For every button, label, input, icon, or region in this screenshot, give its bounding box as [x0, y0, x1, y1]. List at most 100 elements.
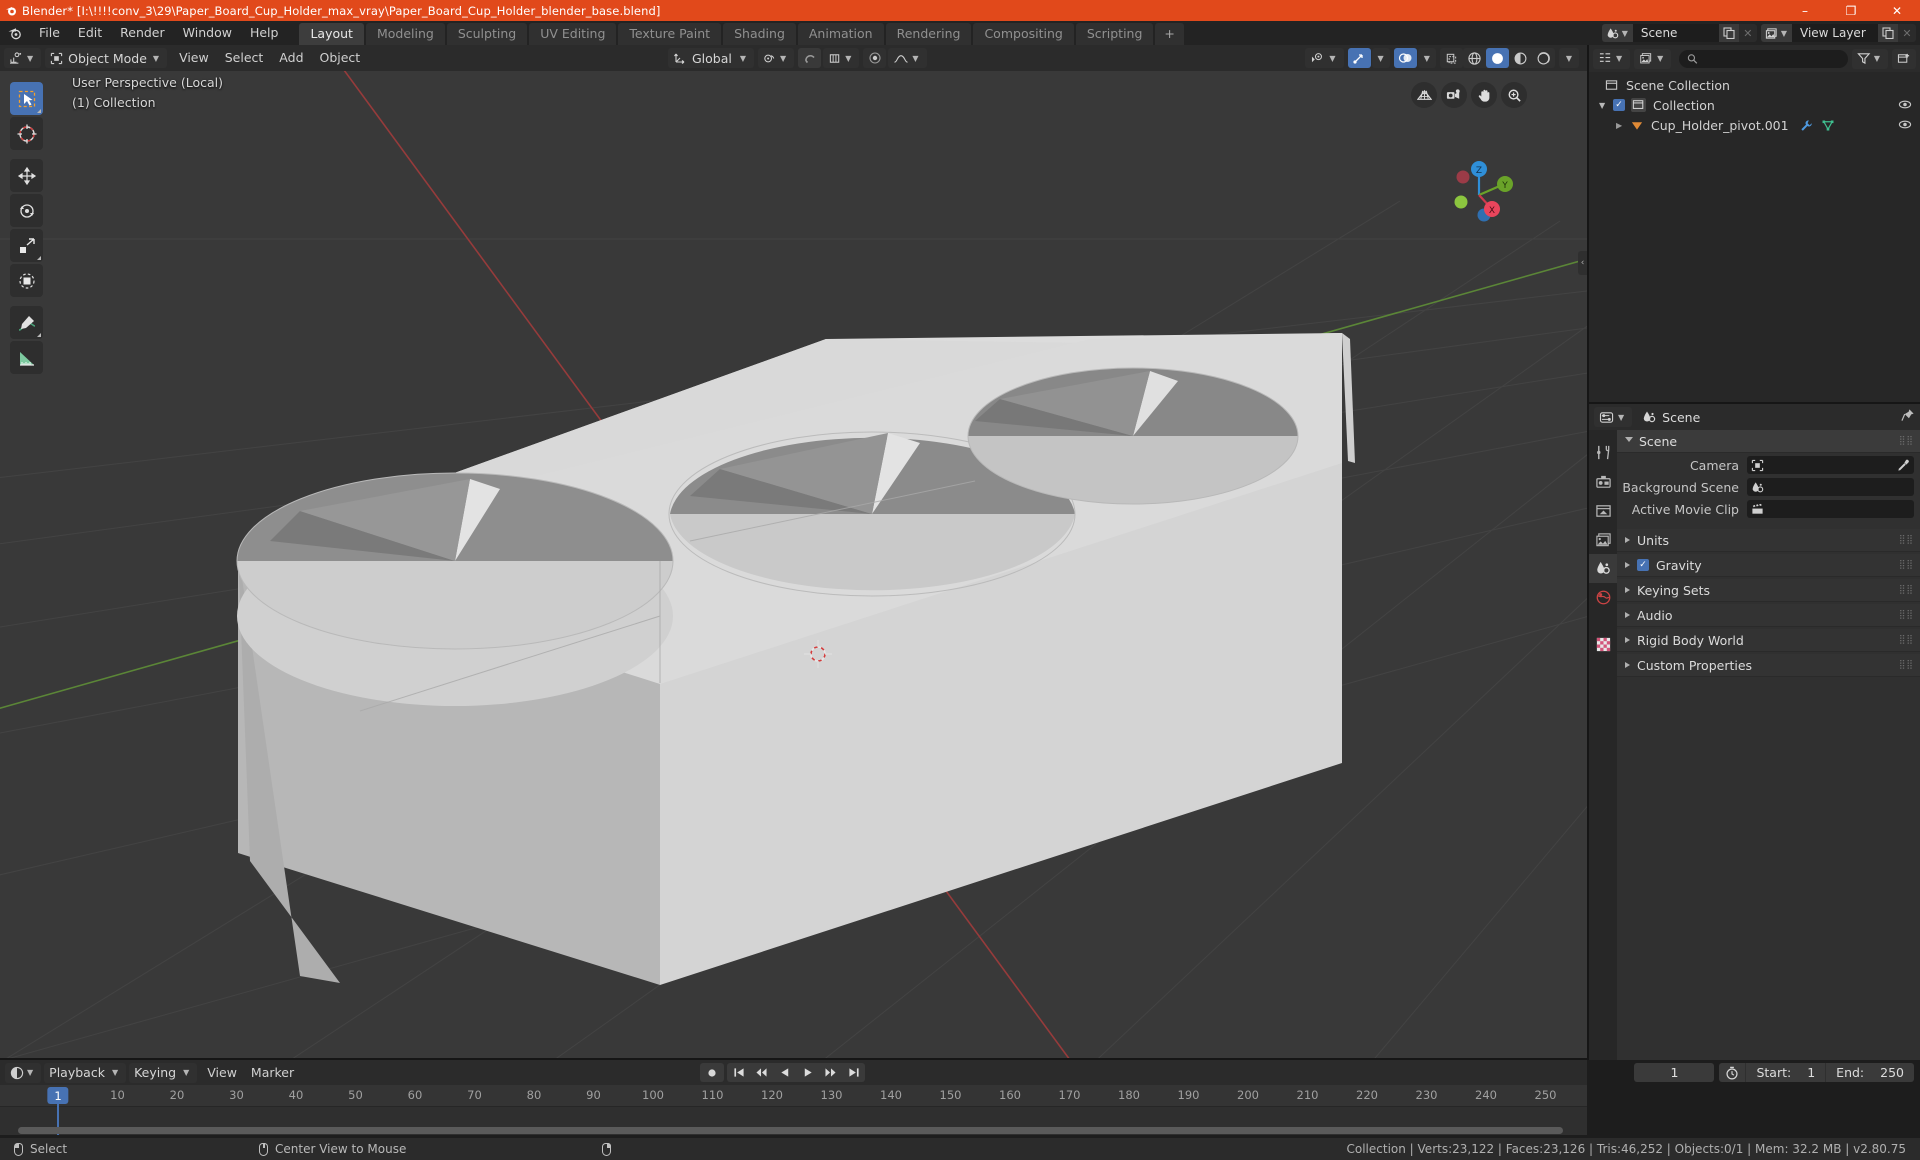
- window-minimize-button[interactable]: –: [1782, 0, 1828, 21]
- snap-magnet-toggle[interactable]: [798, 48, 822, 68]
- measure-tool[interactable]: [10, 341, 43, 374]
- timeline-menu-marker[interactable]: Marker: [244, 1063, 301, 1083]
- object-mode-selector[interactable]: Object Mode ▼: [45, 48, 168, 68]
- disclosure-triangle-icon[interactable]: [1625, 612, 1630, 618]
- mesh-data-icon[interactable]: [1821, 119, 1835, 132]
- transform-tool[interactable]: [10, 264, 43, 297]
- tab-uv-editing[interactable]: UV Editing: [529, 23, 617, 45]
- timeline-menu-view[interactable]: View: [200, 1063, 244, 1083]
- scene-panel-header[interactable]: Scene ⣿⣿: [1617, 430, 1920, 453]
- outliner-display-mode-selector[interactable]: ▼: [1634, 48, 1672, 69]
- jump-to-end-button[interactable]: [842, 1067, 865, 1078]
- move-tool[interactable]: [10, 159, 43, 192]
- outliner-row-collection[interactable]: ▼ ✓ Collection: [1589, 95, 1920, 115]
- jump-to-start-button[interactable]: [727, 1067, 750, 1078]
- snap-mode-selector[interactable]: ▼: [823, 48, 860, 68]
- disclosure-triangle-icon[interactable]: [1625, 637, 1630, 643]
- annotate-tool[interactable]: [10, 306, 43, 339]
- tab-sculpting[interactable]: Sculpting: [446, 23, 528, 45]
- disclosure-triangle-icon[interactable]: ▶: [1616, 121, 1630, 130]
- viewport-menu-object[interactable]: Object: [312, 48, 369, 68]
- background-scene-field[interactable]: [1747, 478, 1914, 496]
- play-reverse-button[interactable]: [773, 1067, 796, 1078]
- tab-shading[interactable]: Shading: [723, 23, 796, 45]
- blender-logo-icon[interactable]: [0, 25, 30, 41]
- editor-splitter-outliner-properties[interactable]: [1589, 402, 1920, 404]
- window-close-button[interactable]: ✕: [1874, 0, 1920, 21]
- scene-icon[interactable]: ▼: [1601, 24, 1633, 42]
- editor-splitter-viewport-timeline[interactable]: [0, 1058, 1587, 1060]
- tab-layout[interactable]: Layout: [299, 23, 364, 45]
- start-frame-field[interactable]: Start: 1: [1746, 1063, 1825, 1082]
- remove-view-layer-button[interactable]: ✕: [1898, 24, 1916, 42]
- sidebar-expand-arrow[interactable]: ‹: [1578, 251, 1587, 275]
- pin-icon[interactable]: [1901, 408, 1915, 426]
- properties-tab-output[interactable]: [1589, 496, 1617, 525]
- gizmo-options-selector[interactable]: ▼: [1371, 48, 1390, 68]
- properties-tab-texture[interactable]: [1589, 630, 1617, 659]
- keying-dropdown[interactable]: Keying ▼: [129, 1062, 198, 1083]
- menu-help[interactable]: Help: [241, 21, 288, 45]
- camera-field[interactable]: [1747, 456, 1914, 474]
- disclosure-triangle-icon[interactable]: [1625, 437, 1633, 445]
- new-view-layer-button[interactable]: [1878, 24, 1898, 42]
- viewport-menu-select[interactable]: Select: [217, 48, 272, 68]
- overlay-options-selector[interactable]: ▼: [1417, 48, 1436, 68]
- play-button[interactable]: [796, 1067, 819, 1078]
- properties-tab-tool[interactable]: [1589, 438, 1617, 467]
- gravity-panel-header[interactable]: ✓ Gravity ⣿⣿: [1617, 554, 1920, 577]
- scene-selector[interactable]: ▼ Scene ✕: [1601, 24, 1757, 42]
- custom-properties-panel-header[interactable]: Custom Properties ⣿⣿: [1617, 654, 1920, 677]
- properties-editor-type-selector[interactable]: ▼: [1594, 407, 1633, 427]
- audio-panel-header[interactable]: Audio ⣿⣿: [1617, 604, 1920, 627]
- outliner-search-input[interactable]: [1679, 49, 1848, 68]
- editor-type-selector[interactable]: ▼: [4, 48, 42, 68]
- shading-options-selector[interactable]: ▼: [1558, 48, 1579, 68]
- rigid-body-world-panel-header[interactable]: Rigid Body World ⣿⣿: [1617, 629, 1920, 652]
- gizmo-toggle[interactable]: [1347, 48, 1371, 68]
- outliner-search-field[interactable]: [1698, 51, 1840, 66]
- units-panel-header[interactable]: Units ⣿⣿: [1617, 529, 1920, 552]
- navigation-axis-gizmo[interactable]: Z Y X: [1437, 149, 1521, 233]
- outliner-editor-type-selector[interactable]: ▼: [1593, 48, 1631, 69]
- scene-name-field[interactable]: Scene: [1632, 24, 1719, 42]
- eye-icon[interactable]: [1898, 98, 1912, 114]
- window-maximize-button[interactable]: ❐: [1828, 0, 1874, 21]
- new-scene-button[interactable]: [1718, 24, 1739, 42]
- auto-keyframe-button[interactable]: [700, 1063, 724, 1082]
- new-collection-button[interactable]: [1892, 48, 1916, 69]
- camera-icon[interactable]: [1441, 82, 1467, 108]
- next-keyframe-button[interactable]: [819, 1067, 842, 1078]
- 3d-viewport[interactable]: User Perspective (Local) (1) Collection: [0, 71, 1587, 1060]
- timeline-editor-type-selector[interactable]: ▼: [5, 1062, 42, 1083]
- disclosure-triangle-icon[interactable]: [1625, 562, 1630, 568]
- tab-animation[interactable]: Animation: [797, 23, 884, 45]
- shading-solid-button[interactable]: [1485, 48, 1509, 68]
- tab-compositing[interactable]: Compositing: [973, 23, 1074, 45]
- outliner-row-scene-collection[interactable]: Scene Collection: [1589, 75, 1920, 95]
- active-movie-clip-field[interactable]: [1747, 500, 1914, 518]
- grid-icon[interactable]: [1411, 82, 1437, 108]
- outliner-panel[interactable]: Scene Collection ▼ ✓ Collection ▶ Cup_Ho…: [1589, 72, 1920, 402]
- tab-modeling[interactable]: Modeling: [365, 23, 445, 45]
- pivot-point-selector[interactable]: ▼: [758, 48, 795, 68]
- overlays-toggle[interactable]: [1393, 48, 1417, 68]
- menu-file[interactable]: File: [30, 21, 69, 45]
- viewport-menu-view[interactable]: View: [171, 48, 217, 68]
- proportional-falloff-selector[interactable]: ▼: [888, 48, 927, 68]
- transform-orientation-selector[interactable]: Global ▼: [668, 48, 755, 68]
- timeline-scrollbar[interactable]: [0, 1126, 1587, 1135]
- add-workspace-button[interactable]: +: [1155, 23, 1184, 45]
- disclosure-triangle-icon[interactable]: [1625, 537, 1630, 543]
- disclosure-triangle-icon[interactable]: ▼: [1599, 101, 1613, 110]
- hand-icon[interactable]: [1471, 82, 1497, 108]
- use-preview-range-icon[interactable]: [1719, 1066, 1745, 1080]
- properties-tab-render[interactable]: [1589, 467, 1617, 496]
- eye-icon[interactable]: [1898, 118, 1912, 134]
- properties-tab-scene[interactable]: [1589, 554, 1617, 583]
- previous-keyframe-button[interactable]: [750, 1067, 773, 1078]
- timeline-ruler[interactable]: 10 20 30 40 50 60 70 80 90 100 110 120 130 140 150 160 1…: [0, 1085, 1587, 1107]
- properties-tab-view-layer[interactable]: [1589, 525, 1617, 554]
- xray-toggle[interactable]: [1439, 48, 1463, 68]
- tab-scripting[interactable]: Scripting: [1075, 23, 1154, 45]
